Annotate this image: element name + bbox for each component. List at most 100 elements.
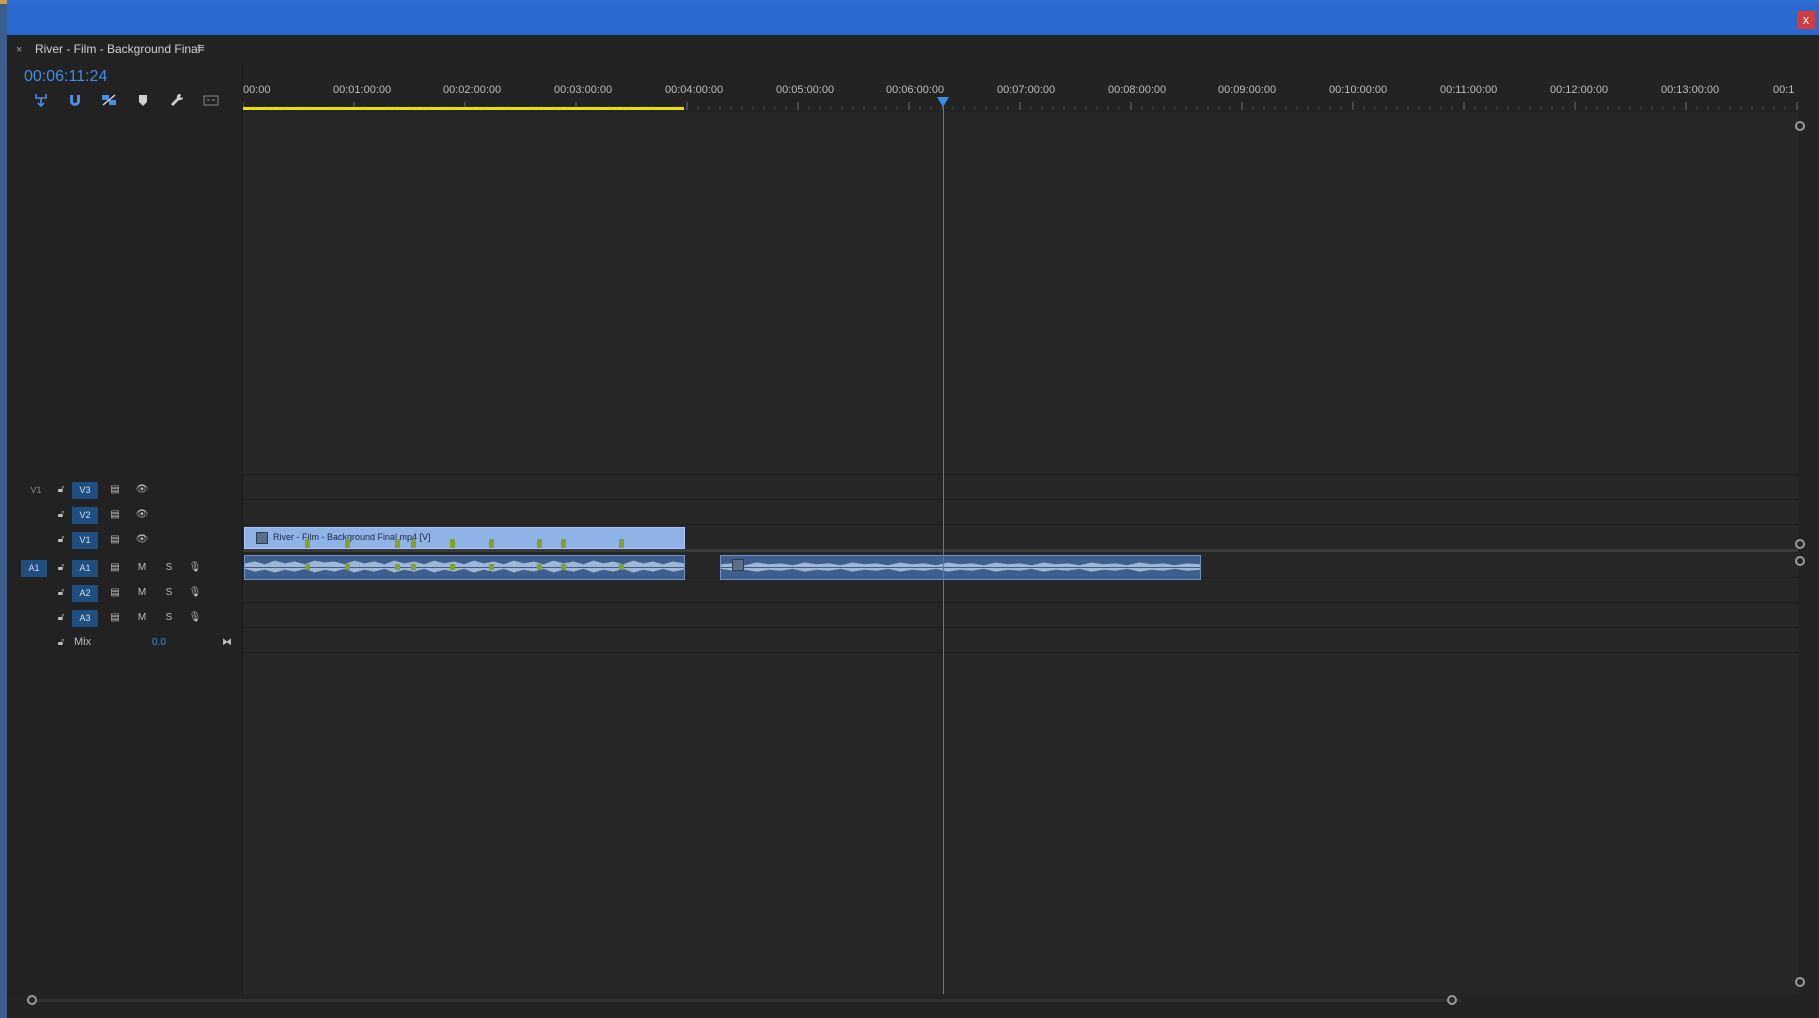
clip-marker[interactable]: [537, 564, 542, 570]
eye-icon[interactable]: 👁︎: [135, 533, 149, 547]
bowtie-icon[interactable]: ⧓: [220, 636, 234, 650]
clip-marker[interactable]: [561, 564, 566, 570]
tab-close-button[interactable]: ×: [16, 44, 22, 56]
add-marker-icon[interactable]: [135, 92, 157, 110]
track-header-v3: V1 🔓︎ V3 ▤ 👁︎: [7, 478, 242, 502]
audio-clip[interactable]: [244, 555, 685, 580]
clip-marker[interactable]: [450, 539, 455, 548]
clip-marker[interactable]: [305, 539, 310, 548]
mix-label: Mix: [74, 636, 92, 648]
microphone-icon[interactable]: 🎙︎: [188, 561, 202, 575]
microphone-icon[interactable]: 🎙︎: [188, 586, 202, 600]
clip-marker[interactable]: [619, 564, 624, 570]
vertical-scroll-handle-bottom[interactable]: [1795, 977, 1805, 987]
snap-magnet-icon[interactable]: [67, 92, 89, 110]
sync-lock-icon[interactable]: ▤: [108, 586, 122, 600]
track-target-a1[interactable]: A1: [72, 560, 98, 577]
clip-marker[interactable]: [395, 539, 400, 548]
fx-badge-icon: [732, 559, 744, 571]
track-target-a3[interactable]: A3: [72, 610, 98, 627]
playhead-timecode[interactable]: 00:06:11:24: [24, 68, 107, 86]
lock-icon[interactable]: 🔓︎: [54, 483, 68, 497]
mix-volume-value[interactable]: 0.0: [152, 637, 166, 648]
window-close-button[interactable]: x: [1797, 11, 1815, 29]
vertical-scroll-handle-video-bottom[interactable]: [1795, 539, 1805, 549]
clip-marker[interactable]: [489, 539, 494, 548]
clip-marker[interactable]: [411, 564, 416, 570]
clip-marker[interactable]: [619, 539, 624, 548]
ruler-label: 00:04:00:00: [665, 84, 724, 96]
track-header-a2: 🔓︎ A2 ▤ M S 🎙︎: [7, 581, 242, 605]
sync-lock-icon[interactable]: ▤: [108, 508, 122, 522]
source-patch-v1[interactable]: V1: [23, 482, 49, 499]
linked-selection-icon[interactable]: [101, 92, 123, 110]
video-clip-label: River - Film - Background Final.mp4 [V]: [273, 532, 431, 542]
sync-lock-icon[interactable]: ▤: [108, 483, 122, 497]
eye-icon[interactable]: 👁︎: [135, 483, 149, 497]
timeline-window: x × River - Film - Background Final ≡ 00…: [7, 0, 1819, 1018]
sync-lock-icon[interactable]: ▤: [108, 533, 122, 547]
track-target-v3[interactable]: V3: [72, 482, 98, 499]
timeline-tracks-area[interactable]: [243, 112, 1798, 994]
lock-icon[interactable]: 🔓︎: [54, 636, 68, 650]
panel-menu-icon[interactable]: ≡: [197, 40, 205, 55]
lock-icon[interactable]: 🔓︎: [54, 561, 68, 575]
sync-lock-icon[interactable]: ▤: [108, 611, 122, 625]
clip-marker[interactable]: [345, 564, 350, 570]
clip-marker[interactable]: [537, 539, 542, 548]
lock-icon[interactable]: 🔓︎: [54, 586, 68, 600]
horizontal-zoom-scrollbar[interactable]: [27, 995, 1797, 1007]
eye-icon[interactable]: 👁︎: [135, 508, 149, 522]
clip-marker[interactable]: [489, 564, 494, 570]
solo-button[interactable]: S: [162, 561, 176, 575]
track-target-v2[interactable]: V2: [72, 507, 98, 524]
track-target-a2[interactable]: A2: [72, 585, 98, 602]
source-patch-empty: [21, 610, 47, 627]
captions-icon[interactable]: [203, 92, 225, 110]
lock-icon[interactable]: 🔓︎: [54, 508, 68, 522]
clip-marker[interactable]: [561, 539, 566, 548]
lock-icon[interactable]: 🔓︎: [54, 611, 68, 625]
ruler-label: 00:09:00:00: [1218, 84, 1277, 96]
clip-marker[interactable]: [450, 564, 455, 570]
track-divider: [243, 524, 1798, 525]
ruler-label: 00:00: [243, 84, 271, 96]
track-target-v1[interactable]: V1: [72, 532, 98, 549]
mute-button[interactable]: M: [135, 611, 149, 625]
audio-clip-2[interactable]: [720, 555, 1201, 580]
track-divider: [243, 652, 1798, 653]
playhead-line[interactable]: [943, 102, 944, 994]
scroll-handle-right[interactable]: [1447, 995, 1457, 1005]
video-audio-divider: [243, 549, 1798, 552]
timeline-panel-tab[interactable]: × River - Film - Background Final ≡: [7, 35, 1819, 63]
track-divider: [243, 602, 1798, 603]
clip-marker[interactable]: [411, 539, 416, 548]
solo-button[interactable]: S: [162, 611, 176, 625]
track-header-v2: 🔓︎ V2 ▤ 👁︎: [7, 503, 242, 527]
vertical-scroll-handle-audio-top[interactable]: [1795, 556, 1805, 566]
ruler-label: 00:06:00:00: [886, 84, 945, 96]
mute-button[interactable]: M: [135, 561, 149, 575]
track-header-a3: 🔓︎ A3 ▤ M S 🎙︎: [7, 606, 242, 630]
clip-marker[interactable]: [305, 564, 310, 570]
insert-nest-icon[interactable]: [33, 92, 55, 110]
microphone-icon[interactable]: 🎙︎: [188, 611, 202, 625]
track-header-a1: A1 🔓︎ A1 ▤ M S 🎙︎: [7, 556, 242, 580]
ruler-label: 00:01:00:00: [333, 84, 392, 96]
wrench-settings-icon[interactable]: [169, 92, 191, 110]
sequence-title[interactable]: River - Film - Background Final: [35, 42, 200, 56]
vertical-scroll-handle-top[interactable]: [1795, 121, 1805, 131]
video-clip[interactable]: River - Film - Background Final.mp4 [V]: [244, 527, 685, 549]
scroll-handle-left[interactable]: [27, 995, 37, 1005]
clip-marker[interactable]: [345, 539, 350, 548]
clip-marker[interactable]: [395, 564, 400, 570]
source-patch-empty: [23, 532, 49, 549]
sync-lock-icon[interactable]: ▤: [108, 561, 122, 575]
mute-button[interactable]: M: [135, 586, 149, 600]
lock-icon[interactable]: 🔓︎: [54, 533, 68, 547]
scrollbar-track[interactable]: [37, 999, 1461, 1002]
solo-button[interactable]: S: [162, 586, 176, 600]
work-area-bar[interactable]: [243, 107, 684, 110]
source-patch-a1[interactable]: A1: [21, 560, 47, 577]
ruler-label: 00:10:00:00: [1329, 84, 1388, 96]
